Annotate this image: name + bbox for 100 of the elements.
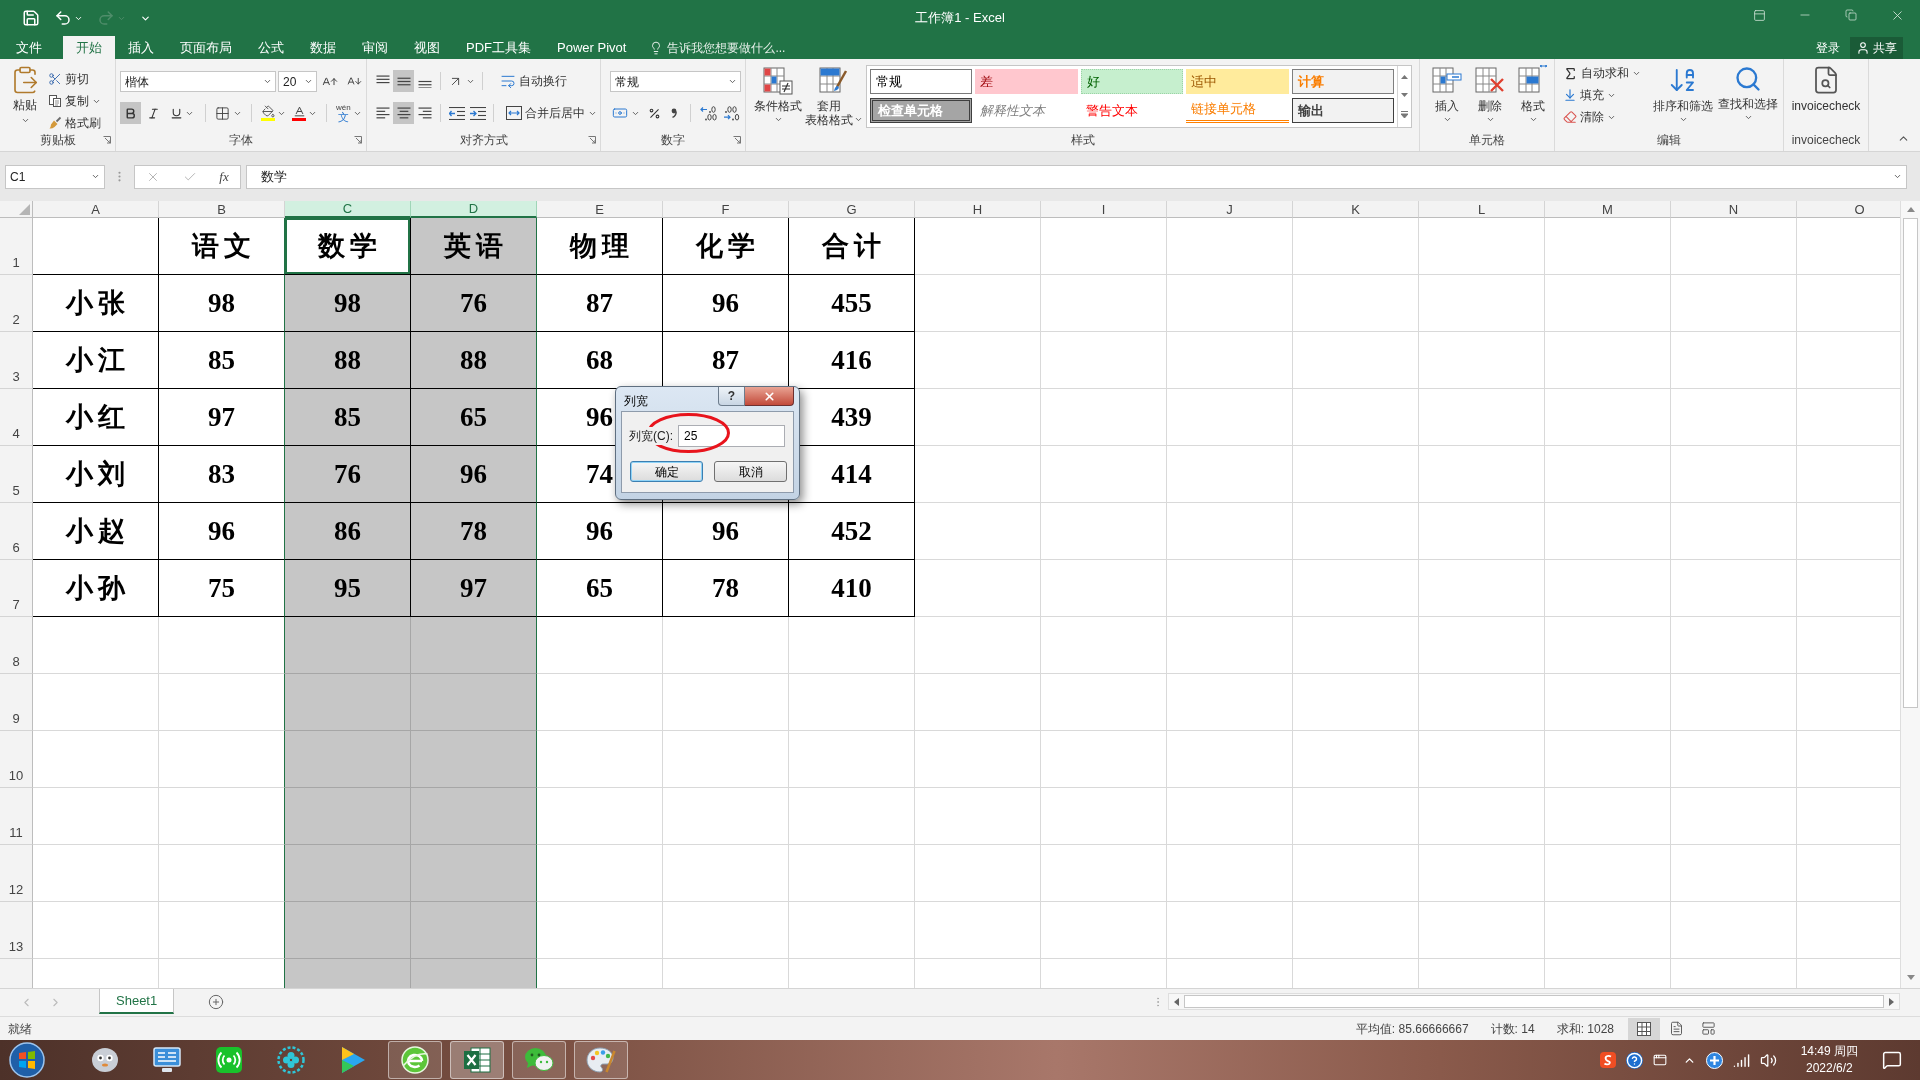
dialog-launcher-icon[interactable] xyxy=(733,136,741,144)
tell-me-field[interactable]: 告诉我您想要做什么... xyxy=(649,36,786,59)
column-header[interactable]: M xyxy=(1545,201,1671,218)
window-icon[interactable] xyxy=(1652,1053,1667,1067)
column-header[interactable]: D xyxy=(411,201,537,218)
name-box[interactable]: C1 xyxy=(5,164,105,189)
scrollbar-thumb[interactable] xyxy=(1903,218,1918,708)
cell-style-item[interactable]: 输出 xyxy=(1291,98,1394,123)
column-header[interactable]: J xyxy=(1167,201,1293,218)
conditional-formatting-button[interactable]: 条件格式 xyxy=(751,59,805,132)
menu-tab[interactable]: 数据 xyxy=(297,36,349,59)
scroll-up-icon[interactable] xyxy=(1906,207,1915,212)
cell-style-item[interactable]: 解释性文本 xyxy=(975,98,1078,123)
row-header[interactable]: 12 xyxy=(0,845,33,902)
column-header[interactable]: O xyxy=(1797,201,1900,218)
cell-style-item[interactable]: 好 xyxy=(1080,69,1184,94)
merge-center-button[interactable]: 合并后居中 xyxy=(504,102,599,124)
font-name-dropdown[interactable]: 楷体 xyxy=(120,71,276,92)
row-header[interactable]: 2 xyxy=(0,275,33,332)
row-header[interactable]: 7 xyxy=(0,560,33,617)
formula-input[interactable]: 数学 xyxy=(246,164,1907,189)
dialog-launcher-icon[interactable] xyxy=(103,136,111,144)
column-header[interactable]: F xyxy=(663,201,789,218)
delete-cells-button[interactable]: 删除 xyxy=(1470,59,1510,132)
menu-tab[interactable]: PDF工具集 xyxy=(453,36,544,59)
s-curve-icon[interactable] xyxy=(1599,1052,1616,1068)
ok-button[interactable]: 确定 xyxy=(630,461,703,482)
menu-tab[interactable]: 视图 xyxy=(401,36,453,59)
horizontal-scrollbar[interactable] xyxy=(1168,993,1900,1010)
copy-button[interactable]: 复制 xyxy=(46,90,103,112)
plus-circle-icon[interactable] xyxy=(1705,1051,1723,1069)
invoicecheck-button[interactable]: invoicecheck xyxy=(1786,59,1866,132)
sheet-tab[interactable]: Sheet1 xyxy=(99,989,175,1014)
cell-style-item[interactable]: 常规 xyxy=(870,69,973,94)
sign-in-link[interactable]: 登录 xyxy=(1816,38,1840,57)
insert-function-button[interactable]: fx xyxy=(219,166,229,187)
row-header[interactable]: 4 xyxy=(0,389,33,446)
row-header[interactable]: 10 xyxy=(0,731,33,788)
menu-tab[interactable]: 公式 xyxy=(245,36,297,59)
menu-tab[interactable]: 开始 xyxy=(63,36,115,59)
scroll-up-icon[interactable] xyxy=(1401,75,1408,79)
share-button[interactable]: 共享 xyxy=(1850,36,1903,59)
column-header[interactable]: A xyxy=(33,201,159,218)
align-center-button[interactable] xyxy=(393,102,414,124)
menu-tab[interactable]: Power Pivot xyxy=(544,36,640,59)
fill-button[interactable]: 填充 xyxy=(1561,84,1651,106)
column-header[interactable]: L xyxy=(1419,201,1545,218)
scroll-down-icon[interactable] xyxy=(1401,93,1408,97)
wrap-text-button[interactable]: 自动换行 xyxy=(498,70,569,92)
column-header[interactable]: K xyxy=(1293,201,1419,218)
help-button[interactable]: ? xyxy=(718,387,745,406)
row-header[interactable]: 13 xyxy=(0,902,33,959)
menu-tab[interactable]: 文件 xyxy=(3,36,55,59)
align-middle-button[interactable] xyxy=(393,70,414,92)
new-sheet-icon[interactable] xyxy=(208,994,225,1010)
taskbar-app-button[interactable] xyxy=(388,1041,442,1079)
column-header[interactable]: C xyxy=(285,201,411,218)
column-header[interactable]: G xyxy=(789,201,915,218)
row-header[interactable]: 3 xyxy=(0,332,33,389)
taskbar-app-button[interactable] xyxy=(512,1041,566,1079)
cell-style-item[interactable]: 差 xyxy=(975,69,1078,94)
dialog-launcher-icon[interactable] xyxy=(354,136,362,144)
cut-button[interactable]: 剪切 xyxy=(46,68,103,90)
column-header[interactable]: I xyxy=(1041,201,1167,218)
font-size-dropdown[interactable]: 20 xyxy=(278,71,317,92)
row-header[interactable]: 5 xyxy=(0,446,33,503)
phonetic-guide-button[interactable]: wén 文 xyxy=(334,102,364,124)
row-header[interactable]: 8 xyxy=(0,617,33,674)
help-icon[interactable] xyxy=(1625,1051,1643,1069)
clear-button[interactable]: 清除 xyxy=(1561,106,1651,128)
column-width-input[interactable]: 25 xyxy=(678,425,785,447)
scrollbar-thumb[interactable] xyxy=(1184,995,1884,1008)
cell-style-item[interactable]: 警告文本 xyxy=(1080,98,1184,123)
column-header[interactable]: H xyxy=(915,201,1041,218)
signal-icon[interactable] xyxy=(1732,1051,1750,1069)
format-cells-button[interactable]: 格式 xyxy=(1513,59,1553,132)
clock-button[interactable]: 14:49 周四 2022/6/2 xyxy=(1800,1043,1858,1077)
column-header[interactable]: N xyxy=(1671,201,1797,218)
column-header[interactable]: B xyxy=(159,201,285,218)
cancel-button[interactable]: 取消 xyxy=(714,461,787,482)
menu-tab[interactable]: 页面布局 xyxy=(167,36,245,59)
number-format-dropdown[interactable]: 常规 xyxy=(610,71,741,92)
scroll-down-icon[interactable] xyxy=(1906,975,1915,980)
column-header[interactable]: E xyxy=(537,201,663,218)
row-header[interactable]: 9 xyxy=(0,674,33,731)
taskbar-app-button[interactable] xyxy=(574,1041,628,1079)
scroll-right-icon[interactable] xyxy=(1889,997,1894,1006)
menu-tab[interactable]: 插入 xyxy=(115,36,167,59)
taskbar-app-button[interactable] xyxy=(450,1041,504,1079)
paste-button[interactable]: 粘贴 xyxy=(6,65,44,132)
cell-style-item[interactable]: 适中 xyxy=(1186,69,1289,94)
vertical-scrollbar[interactable] xyxy=(1900,201,1920,988)
menu-tab[interactable]: 审阅 xyxy=(349,36,401,59)
row-header[interactable]: 6 xyxy=(0,503,33,560)
format-as-table-button[interactable]: 套用 表格格式 xyxy=(805,59,863,132)
format-painter-button[interactable]: 格式刷 xyxy=(46,112,103,134)
autosum-button[interactable]: 自动求和 xyxy=(1561,62,1651,84)
dialog-launcher-icon[interactable] xyxy=(588,136,596,144)
speaker-icon[interactable] xyxy=(1759,1051,1777,1069)
view-button[interactable] xyxy=(1628,1017,1660,1040)
